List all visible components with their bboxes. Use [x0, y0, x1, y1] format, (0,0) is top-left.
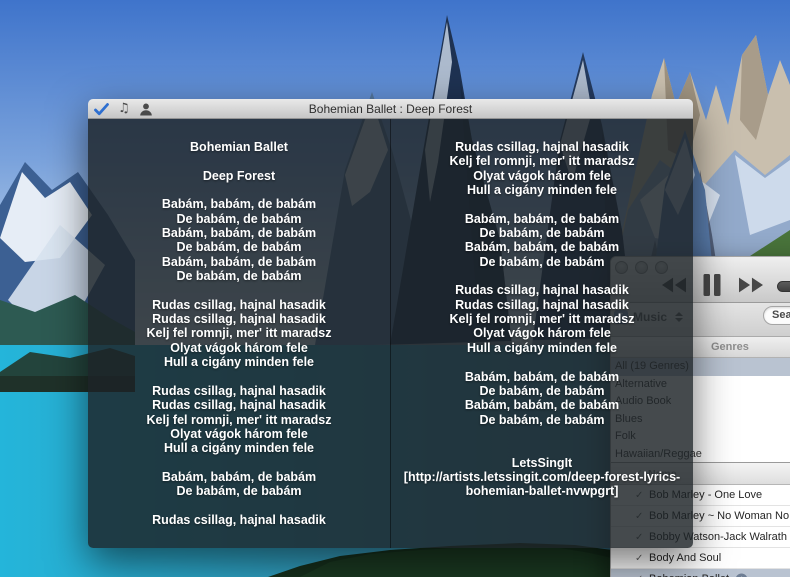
lyrics-window-title: Bohemian Ballet : Deep Forest [308, 102, 473, 116]
song-list-item[interactable]: ✓ Body And Soul [611, 548, 790, 569]
volume-slider[interactable] [777, 281, 790, 292]
song-title: Bohemian Ballet [649, 569, 729, 577]
fast-forward-icon [739, 277, 763, 293]
pause-button[interactable] [703, 274, 721, 296]
song-checkbox[interactable]: ✓ [635, 569, 643, 577]
lyrics-window: ♫ Bohemian Ballet : Deep Forest Bohemian… [88, 99, 693, 548]
lyrics-column-left: Bohemian Ballet Deep Forest Babám, babám… [146, 140, 332, 527]
store-arrow-icon[interactable] [735, 573, 748, 577]
genres-header-label: Genres [711, 341, 749, 353]
lyrics-column-right: Rudas csillag, hajnal hasadik Kelj fel r… [403, 140, 681, 499]
song-list-item[interactable]: ✓ Bohemian Ballet [611, 569, 790, 577]
song-title: Body And Soul [649, 552, 722, 564]
fast-forward-button[interactable] [739, 277, 763, 293]
lyrics-window-titlebar[interactable]: ♫ Bohemian Ballet : Deep Forest [88, 99, 693, 119]
song-checkbox[interactable]: ✓ [635, 548, 643, 569]
lyrics-panel: Bohemian Ballet Deep Forest Babám, babám… [88, 119, 693, 548]
search-input[interactable]: Search [763, 306, 790, 325]
search-placeholder: Search [772, 309, 790, 321]
screen: ♪ Music Search Genres All (19 Genres) Al [0, 0, 790, 577]
pause-icon [703, 274, 721, 296]
